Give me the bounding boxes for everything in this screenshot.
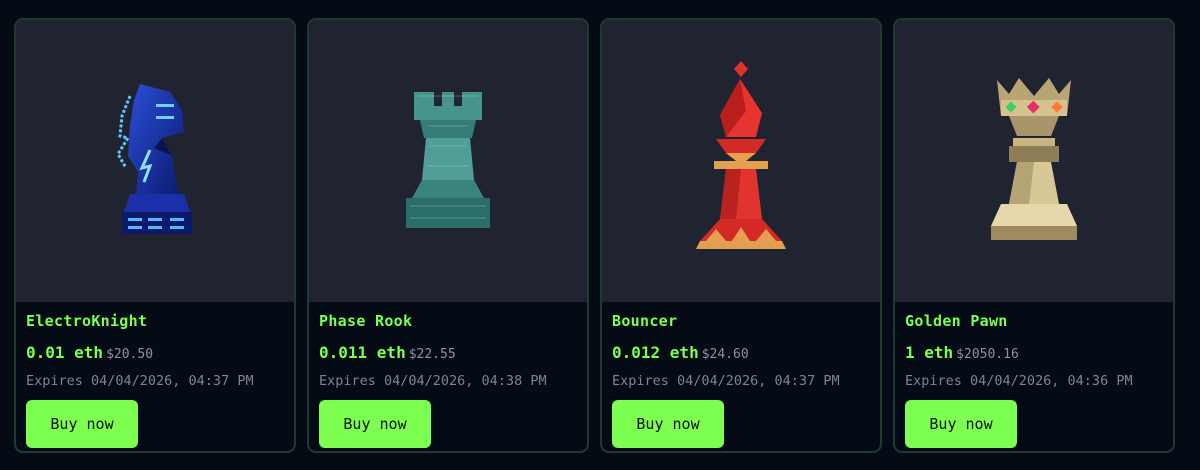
listing-grid: ElectroKnight 0.01 eth $20.50 Expires 04/… bbox=[14, 18, 1175, 453]
price-usd: $24.60 bbox=[701, 347, 749, 362]
nft-image[interactable] bbox=[16, 20, 294, 302]
price-row: 0.011 eth $22.55 bbox=[319, 342, 577, 364]
listing-card[interactable]: ElectroKnight 0.01 eth $20.50 Expires 04/… bbox=[14, 18, 296, 453]
nft-name[interactable]: Bouncer bbox=[612, 312, 870, 330]
nft-image[interactable] bbox=[602, 20, 880, 302]
price-eth: 0.01 eth bbox=[26, 343, 104, 362]
listing-card[interactable]: Bouncer 0.012 eth $24.60 Expires 04/04/20… bbox=[600, 18, 882, 453]
price-usd: $20.50 bbox=[106, 347, 154, 362]
price-row: 0.01 eth $20.50 bbox=[26, 342, 284, 364]
nft-image[interactable] bbox=[309, 20, 587, 302]
buy-now-button[interactable]: Buy now bbox=[319, 400, 431, 448]
nft-image[interactable] bbox=[895, 20, 1173, 302]
bouncer-bishop-icon bbox=[696, 61, 786, 249]
expiry-text: Expires 04/04/2026, 04:38 PM bbox=[319, 373, 547, 389]
golden-pawn-icon bbox=[991, 78, 1077, 240]
price-eth: 1 eth bbox=[905, 343, 954, 362]
listing-card[interactable]: Golden Pawn 1 eth $2050.16 Expires 04/04/… bbox=[893, 18, 1175, 453]
price-usd: $2050.16 bbox=[956, 347, 1019, 362]
nft-name[interactable]: Golden Pawn bbox=[905, 312, 1163, 330]
nft-name[interactable]: Phase Rook bbox=[319, 312, 577, 330]
electro-knight-icon bbox=[116, 84, 192, 234]
price-row: 0.012 eth $24.60 bbox=[612, 342, 870, 364]
price-eth: 0.012 eth bbox=[612, 343, 699, 362]
buy-now-button[interactable]: Buy now bbox=[612, 400, 724, 448]
price-eth: 0.011 eth bbox=[319, 343, 406, 362]
expiry-text: Expires 04/04/2026, 04:36 PM bbox=[905, 373, 1133, 389]
nft-name[interactable]: ElectroKnight bbox=[26, 312, 284, 330]
phase-rook-icon bbox=[406, 92, 490, 228]
expiry-text: Expires 04/04/2026, 04:37 PM bbox=[612, 373, 840, 389]
expiry-text: Expires 04/04/2026, 04:37 PM bbox=[26, 373, 254, 389]
buy-now-button[interactable]: Buy now bbox=[905, 400, 1017, 448]
listing-card[interactable]: Phase Rook 0.011 eth $22.55 Expires 04/04… bbox=[307, 18, 589, 453]
price-usd: $22.55 bbox=[408, 347, 456, 362]
price-row: 1 eth $2050.16 bbox=[905, 342, 1163, 364]
buy-now-button[interactable]: Buy now bbox=[26, 400, 138, 448]
